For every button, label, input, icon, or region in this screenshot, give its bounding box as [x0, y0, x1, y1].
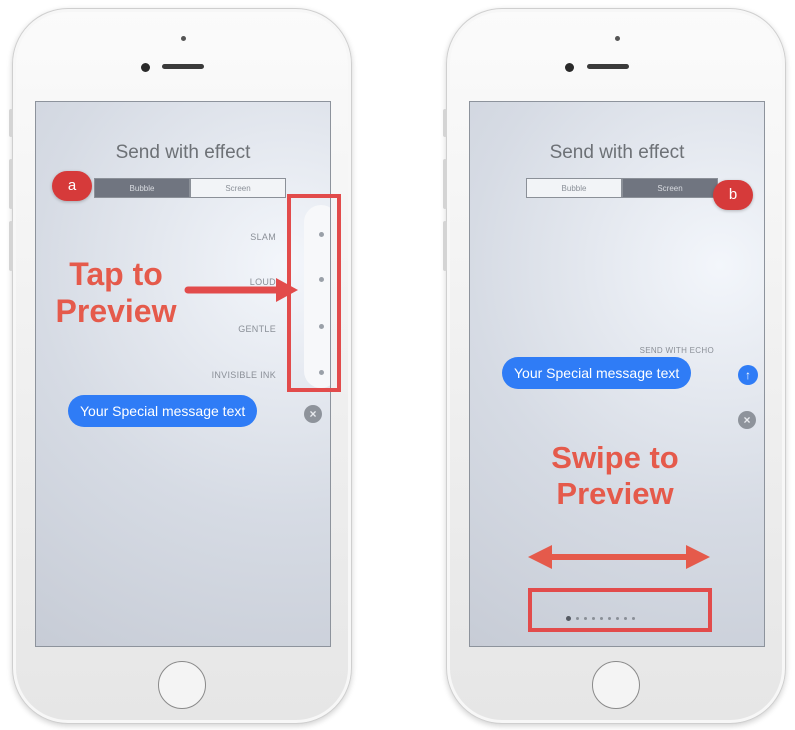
mute-switch [9, 109, 13, 137]
annotation-line-1: Tap to [69, 256, 163, 292]
front-sensor [181, 36, 186, 41]
tab-bubble[interactable]: Bubble [94, 178, 190, 198]
close-icon[interactable]: × [738, 411, 756, 429]
annotation-line-1: Swipe to [551, 440, 679, 475]
close-icon[interactable]: × [304, 405, 322, 423]
tap-to-preview-annotation: Tap to Preview [36, 256, 196, 330]
screen-title: Send with effect [549, 142, 685, 163]
arrow-right-icon [184, 278, 298, 302]
earpiece-speaker [587, 64, 629, 69]
front-camera [565, 63, 574, 72]
message-bubble: Your Special message text [502, 357, 692, 389]
double-arrow-icon [528, 545, 710, 569]
page-indicator-highlight [528, 588, 712, 632]
annotation-line-2: Preview [55, 292, 177, 329]
effect-tabs: Bubble Screen [94, 178, 286, 198]
tab-screen[interactable]: Screen [622, 178, 718, 198]
badge-b: b [713, 180, 753, 210]
effect-invisible-ink-label[interactable]: INVISIBLE INK [212, 370, 276, 380]
volume-up-button [443, 159, 447, 209]
tab-screen[interactable]: Screen [190, 178, 286, 198]
screen-title: Send with effect [115, 142, 251, 163]
earpiece-speaker [162, 64, 204, 69]
effect-gentle-label[interactable]: GENTLE [238, 324, 276, 334]
home-button[interactable] [592, 661, 640, 709]
home-button[interactable] [158, 661, 206, 709]
annotation-line-2: Preview [556, 475, 674, 511]
tab-bubble[interactable]: Bubble [526, 178, 622, 198]
effect-name-label: SEND WITH ECHO [639, 346, 714, 355]
swipe-to-preview-annotation: Swipe to Preview [530, 440, 700, 511]
message-bubble: Your Special message text [68, 395, 258, 427]
effect-slam-label[interactable]: SLAM [250, 232, 276, 242]
arrow-up-icon[interactable]: ↑ [738, 365, 758, 385]
front-camera [141, 63, 150, 72]
mute-switch [443, 109, 447, 137]
front-sensor [615, 36, 620, 41]
badge-a: a [52, 171, 92, 201]
volume-down-button [9, 221, 13, 271]
volume-down-button [443, 221, 447, 271]
effect-tabs: Bubble Screen [526, 178, 718, 198]
volume-up-button [9, 159, 13, 209]
